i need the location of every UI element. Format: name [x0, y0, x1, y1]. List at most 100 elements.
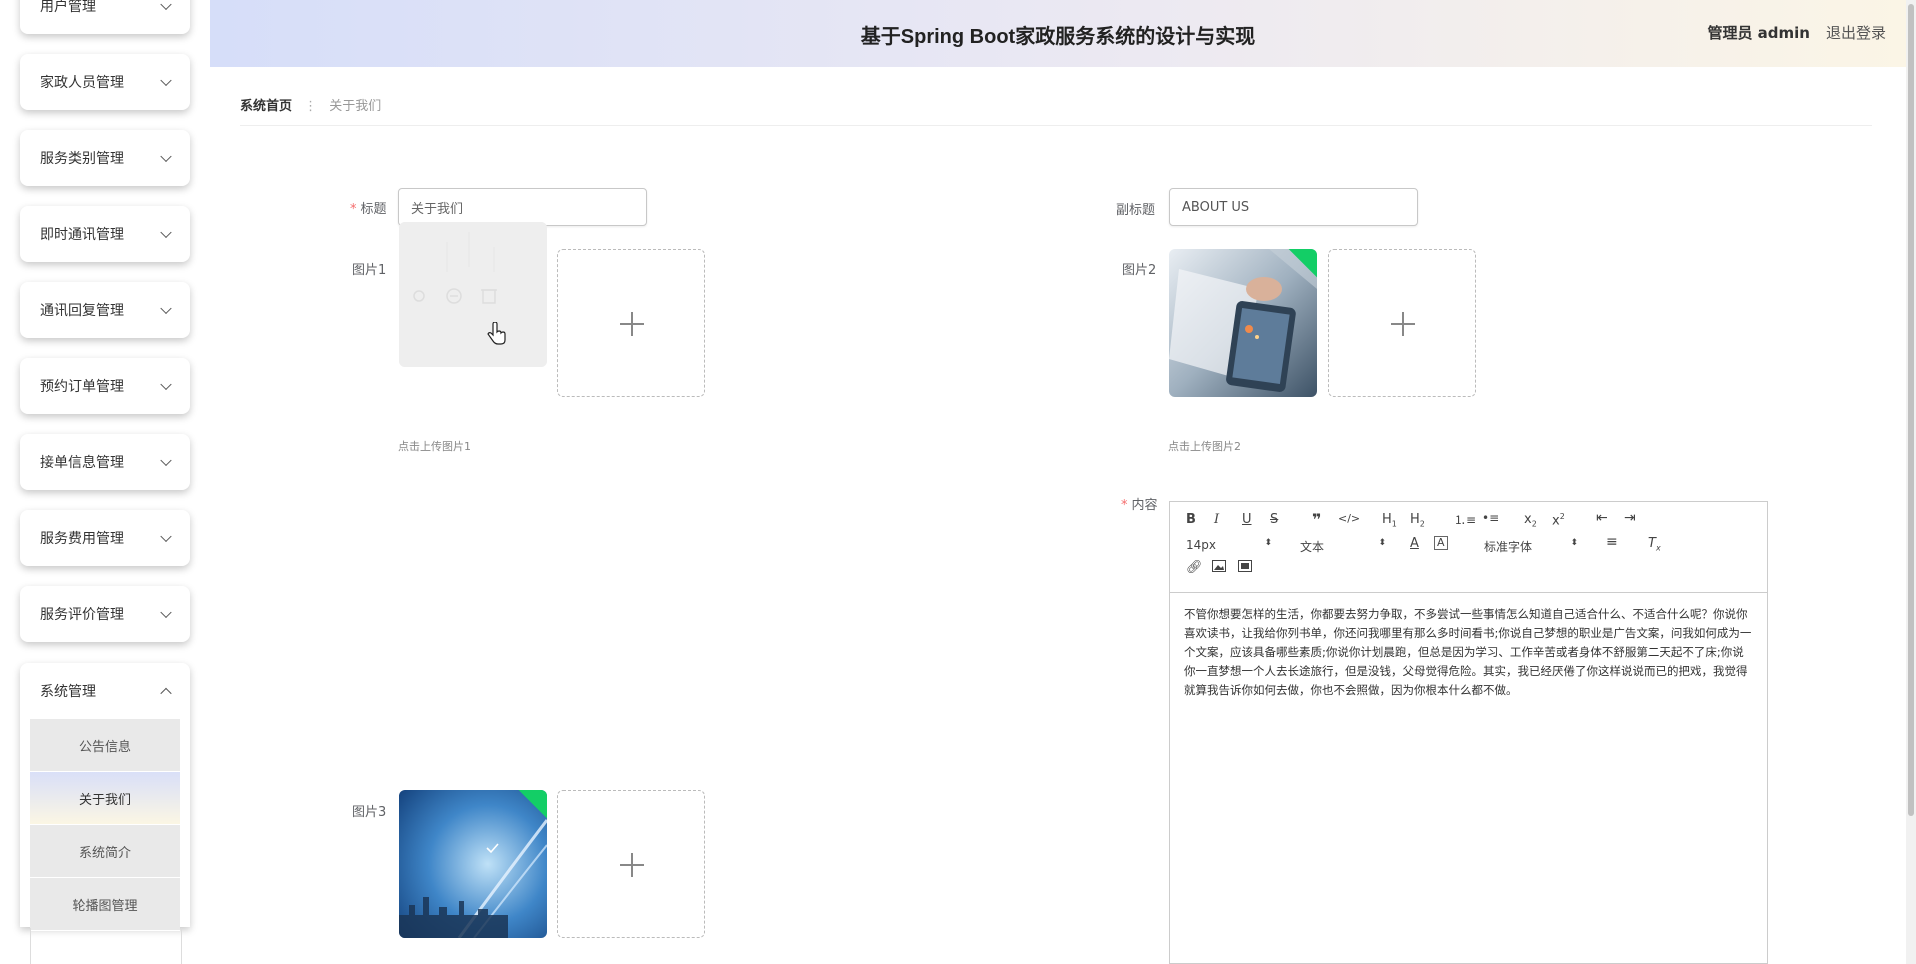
sidebar-item-reply-management[interactable]: 通讯回复管理 — [20, 282, 190, 338]
editor-content[interactable]: 不管你想要怎样的生活，你都要去努力争取，不多尝试一些事情怎么知道自己适合什么、不… — [1170, 593, 1767, 712]
sidebar-item-order-taking[interactable]: 接单信息管理 — [20, 434, 190, 490]
sidebar-item-label: 系统管理 — [40, 684, 96, 700]
breadcrumb-separator: ⋮ — [304, 99, 318, 114]
sidebar-item-housekeeper-management[interactable]: 家政人员管理 — [20, 54, 190, 110]
chevron-down-icon — [160, 302, 172, 315]
sidebar-item-label: 服务费用管理 — [40, 531, 124, 547]
sidebar-tail — [30, 928, 182, 964]
pic1-label: 图片1 — [352, 263, 387, 278]
sidebar-item-label: 家政人员管理 — [40, 75, 124, 91]
content-label-text: 内容 — [1131, 498, 1158, 513]
superscript-icon[interactable]: x2 — [1552, 512, 1565, 528]
sidebar-item-user-management[interactable]: 用户管理 — [20, 0, 190, 34]
font-size-select[interactable]: 14px ⬍ — [1186, 538, 1272, 552]
blockquote-icon[interactable]: ❞ — [1312, 510, 1321, 529]
chevron-down-icon — [160, 606, 172, 619]
pic1-thumbnail[interactable] — [399, 222, 547, 367]
sidebar-item-service-fee[interactable]: 服务费用管理 — [20, 510, 190, 566]
pic2-tip: 点击上传图片2 — [1168, 440, 1241, 453]
logout-link[interactable]: 退出登录 — [1826, 22, 1886, 43]
sidebar-item-service-review[interactable]: 服务评价管理 — [20, 586, 190, 642]
sidebar-item-label: 服务类别管理 — [40, 151, 124, 167]
indent-icon[interactable]: ⇥ — [1624, 510, 1636, 526]
app-title: 基于Spring Boot家政服务系统的设计与实现 — [860, 26, 1256, 48]
sidebar-menu-system: 系统管理 公告信息 关于我们 系统简介 轮播图管理 — [20, 663, 190, 931]
chevron-down-icon — [160, 0, 172, 11]
heading2-icon[interactable]: H2 — [1410, 512, 1425, 529]
title-label-text: 标题 — [360, 202, 387, 217]
pic2-image — [1169, 249, 1317, 397]
underline-icon[interactable]: U — [1242, 512, 1252, 527]
required-mark: * — [350, 202, 357, 217]
heading1-icon[interactable]: H1 — [1382, 512, 1397, 529]
select-arrow-icon: ⬍ — [1378, 538, 1386, 548]
pic1-upload-button[interactable] — [557, 249, 705, 397]
hand-cursor-icon — [487, 322, 506, 345]
image-icon[interactable] — [1212, 560, 1226, 576]
submenu-item-system-intro[interactable]: 系统简介 — [30, 825, 180, 878]
ordered-list-icon[interactable]: ⒈≡ — [1454, 511, 1476, 528]
pic3-label: 图片3 — [352, 805, 387, 820]
align-icon[interactable]: ≡ — [1606, 534, 1618, 550]
sidebar-item-label: 预约订单管理 — [40, 379, 124, 395]
plus-icon-vertical — [1402, 312, 1404, 336]
submenu-item-notice[interactable]: 公告信息 — [30, 719, 180, 772]
sidebar-item-label: 服务评价管理 — [40, 607, 124, 623]
pic3-upload-button[interactable] — [557, 790, 705, 938]
background-color-icon[interactable]: A — [1434, 536, 1448, 550]
submenu-item-carousel[interactable]: 轮播图管理 — [30, 878, 180, 931]
pic2-upload-button[interactable] — [1328, 249, 1476, 397]
bold-icon[interactable]: B — [1186, 512, 1196, 527]
subtitle-input[interactable] — [1169, 188, 1418, 226]
subscript-icon[interactable]: x2 — [1524, 512, 1537, 529]
submenu-item-about-us[interactable]: 关于我们 — [30, 772, 180, 825]
subtitle-label-text: 副标题 — [1116, 203, 1156, 218]
title-input[interactable] — [398, 188, 647, 226]
plus-icon-vertical — [631, 853, 633, 877]
sidebar-item-label: 通讯回复管理 — [40, 303, 124, 319]
scrollbar-thumb[interactable] — [1908, 4, 1914, 816]
sidebar: 用户管理 家政人员管理 服务类别管理 即时通讯管理 通讯回复管理 预约订单管理 … — [0, 0, 210, 964]
font-size-value: 14px — [1186, 538, 1216, 552]
page-scrollbar[interactable] — [1906, 0, 1916, 964]
sidebar-item-service-category[interactable]: 服务类别管理 — [20, 130, 190, 186]
text-type-select[interactable]: 文本 ⬍ — [1300, 538, 1386, 555]
pic1-hover-actions — [399, 222, 547, 367]
font-family-select[interactable]: 标准字体 ⬍ — [1484, 538, 1578, 555]
pic3-thumbnail[interactable] — [399, 790, 547, 938]
submenu-item-label: 公告信息 — [78, 739, 131, 755]
font-color-icon[interactable]: A — [1410, 536, 1419, 551]
italic-icon[interactable]: I — [1214, 512, 1219, 527]
chevron-down-icon — [160, 378, 172, 391]
video-icon[interactable] — [1238, 560, 1252, 576]
image-icon-svg — [1212, 560, 1226, 572]
outdent-icon[interactable]: ⇤ — [1596, 510, 1608, 526]
chevron-down-icon — [160, 530, 172, 543]
bullet-list-icon[interactable]: •≡ — [1482, 511, 1499, 525]
font-family-value: 标准字体 — [1484, 540, 1533, 554]
submenu-item-label: 系统简介 — [78, 845, 131, 861]
subtitle-label: 副标题 — [1116, 199, 1155, 218]
divider — [240, 125, 1872, 126]
content-label: * 内容 — [1121, 494, 1158, 513]
select-arrow-icon: ⬍ — [1264, 538, 1272, 548]
pic3-image — [399, 790, 547, 938]
code-block-icon[interactable]: </> — [1338, 512, 1360, 525]
pic2-thumbnail[interactable] — [1169, 249, 1317, 397]
submenu: 公告信息 关于我们 系统简介 轮播图管理 — [30, 719, 180, 931]
sidebar-item-booking-orders[interactable]: 预约订单管理 — [20, 358, 190, 414]
link-icon[interactable]: 🔗︎ — [1186, 560, 1203, 575]
text-type-value: 文本 — [1300, 540, 1325, 554]
chevron-down-icon — [160, 226, 172, 239]
sidebar-item-im-management[interactable]: 即时通讯管理 — [20, 206, 190, 262]
submenu-item-label: 轮播图管理 — [72, 898, 138, 914]
breadcrumb-home[interactable]: 系统首页 — [240, 99, 292, 114]
title-label: * 标题 — [350, 198, 387, 217]
sidebar-item-system-management[interactable]: 系统管理 — [20, 663, 190, 719]
strike-icon[interactable]: S — [1270, 512, 1278, 527]
current-user: 管理员 admin — [1707, 24, 1810, 42]
chevron-down-icon — [160, 454, 172, 467]
breadcrumb: 系统首页 ⋮ 关于我们 — [240, 95, 381, 114]
pic1-tip: 点击上传图片1 — [398, 440, 471, 453]
clear-format-icon[interactable]: Tx — [1648, 536, 1661, 553]
